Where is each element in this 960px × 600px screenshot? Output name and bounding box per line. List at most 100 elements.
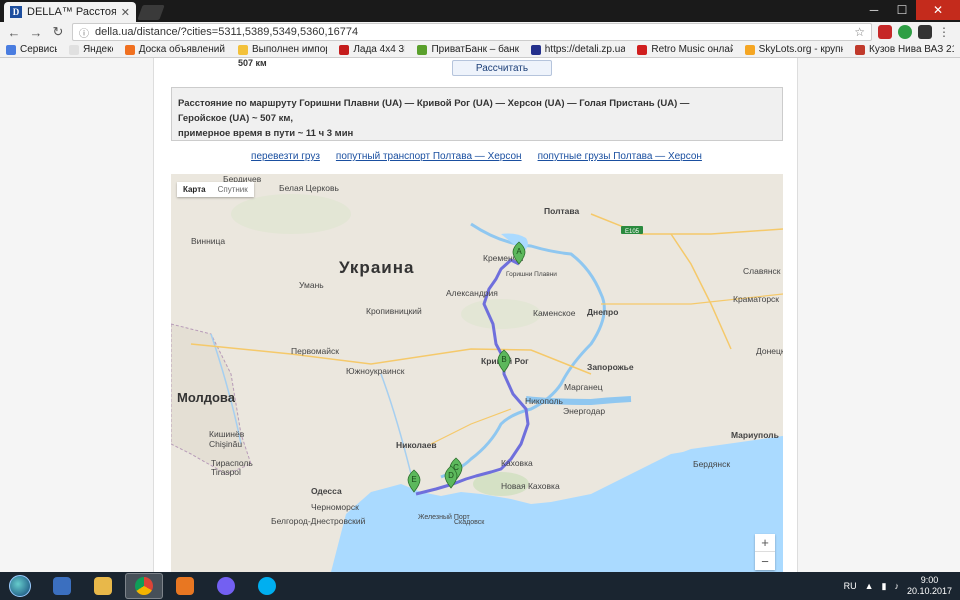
taskbar-app-viber[interactable] [207,573,245,599]
start-button[interactable] [0,572,40,600]
bookmark-label: Кузов Нива ВАЗ 212 [869,44,954,55]
bookmark-item[interactable]: Доска объявлений С [124,44,226,55]
city-mariupol: Мариуполь [731,430,779,440]
city-nova-kakhovka: Новая Каховка [501,481,560,491]
city-uman: Умань [299,280,324,290]
country-label-ukraine: Украина [339,258,414,277]
forward-icon[interactable]: → [28,25,44,40]
language-indicator[interactable]: RU [844,581,857,591]
clock[interactable]: 9:00 20.10.2017 [907,575,952,597]
city-kamianske: Каменское [533,308,576,318]
bookmark-icon [339,44,350,55]
extensions: ⋮ [878,25,950,39]
map-canvas[interactable]: E105 Украина Молдова Бердичев Белая Церк… [171,174,783,572]
country-label-moldova: Молдова [177,390,236,405]
taskbar-app-chrome[interactable] [125,573,163,599]
bookmark-item[interactable]: Кузов Нива ВАЗ 212 [855,44,954,55]
address-bar-row: ← → ↻ ⓘ della.ua/distance/?cities=5311,5… [0,22,960,42]
bookmark-label: Выполнен импорт [252,44,328,55]
web-page: 507 км Рассчитать Расстояние по маршруту… [0,58,960,572]
menu-icon[interactable]: ⋮ [938,25,950,39]
link-transport[interactable]: попутный транспорт Полтава — Херсон [336,151,522,162]
bookmark-item[interactable]: Яндекс [68,44,113,55]
bookmark-label: https://detali.zp.ua/c [544,44,626,55]
content-column: 507 км Рассчитать Расстояние по маршруту… [153,58,798,572]
tray-arrow-icon[interactable]: ▲ [865,581,874,591]
svg-text:A: A [516,247,522,256]
volume-icon[interactable]: ♪ [894,581,899,591]
folder-icon [94,577,112,595]
result-line-time: примерное время в пути ~ 11 ч 3 мин [178,128,354,139]
skype-icon [258,577,276,595]
bookmark-icon [124,44,135,55]
minimize-button[interactable]: ─ [860,0,888,20]
bookmark-label: Яндекс [82,44,113,55]
taskbar-app-explorer[interactable] [84,573,122,599]
city-kropyvnytskyi: Кропивницкий [366,306,422,316]
city-donetsk: Донецк [756,346,783,356]
new-tab-button[interactable] [137,5,165,20]
city-dnipro: Днепро [587,307,618,317]
calculate-button[interactable]: Рассчитать [452,60,552,76]
media-player-icon [176,577,194,595]
route-map[interactable]: E105 Украина Молдова Бердичев Белая Церк… [171,174,783,572]
browser-tab-strip: D DELLA™ Расстояние Гор ✕ ─ ☐ ✕ [0,0,960,22]
city-zaporizhzhia: Запорожье [587,362,634,372]
bookmarks-bar: Сервисы Яндекс Доска объявлений С Выполнен … [0,42,960,58]
city-chornomorsk: Черноморск [311,502,359,512]
bookmark-star-icon[interactable]: ☆ [854,25,865,39]
city-enerhodar: Энергодар [563,406,605,416]
map-type-map[interactable]: Карта [177,182,212,197]
extension-app-icon[interactable] [918,25,932,39]
windows-icon [9,575,31,597]
taskbar-app-skype[interactable] [248,573,286,599]
zoom-in-button[interactable]: + [755,534,775,552]
bookmark-label: Доска объявлений С [138,44,226,55]
chrome-icon [135,577,153,595]
city-horishni-plavni: Горишни Плавни [506,271,557,278]
bookmark-item[interactable]: https://detali.zp.ua/c [530,44,626,55]
back-icon[interactable]: ← [6,25,22,40]
extension-download-icon[interactable] [898,25,912,39]
bookmark-item[interactable]: ПриватБанк – банк д [417,44,519,55]
url-field[interactable]: della.ua/distance/?cities=5311,5389,5349… [95,26,848,38]
distance-top: 507 км [238,58,267,68]
bookmark-icon [637,44,648,55]
taskbar: RU ▲ ▮ ♪ 9:00 20.10.2017 [0,572,960,600]
della-icon: D [10,6,22,18]
map-type-satellite[interactable]: Спутник [212,182,254,197]
city-poltava: Полтава [544,206,579,216]
bookmark-item[interactable]: Лада 4x4 3D [339,44,405,55]
city-vinnytsia: Винница [191,236,225,246]
close-tab-icon[interactable]: ✕ [121,6,130,19]
bookmark-icon [744,44,755,55]
result-box: Расстояние по маршруту Горишни Плавни (U… [171,87,783,141]
link-cargo[interactable]: перевезти груз [251,151,320,162]
city-bilhorod-dnistrovskyi: Белгород-Днестровский [271,516,366,526]
bookmark-item[interactable]: SkyLots.org - крупне [744,44,843,55]
city-kakhovka: Каховка [501,458,533,468]
link-loads[interactable]: попутные грузы Полтава — Херсон [538,151,702,162]
bookmark-item[interactable]: Выполнен импорт [238,44,327,55]
city-marhanets: Марганец [564,382,603,392]
bookmark-item[interactable]: Сервисы [6,44,57,55]
bookmark-label: ПриватБанк – банк д [431,44,519,55]
info-icon[interactable]: ⓘ [79,25,89,40]
city-skadovsk: Скадовск [454,519,485,526]
browser-tab[interactable]: D DELLA™ Расстояние Гор ✕ [4,2,136,22]
bookmark-label: Сервисы [20,44,57,55]
extension-adblock-icon[interactable] [878,25,892,39]
close-window-button[interactable]: ✕ [916,0,960,20]
taskbar-app-hdd[interactable] [43,573,81,599]
maximize-button[interactable]: ☐ [888,0,916,20]
city-mykolaiv: Николаев [396,440,437,450]
clock-time: 9:00 [920,575,939,585]
bookmark-icon [417,44,428,55]
taskbar-app-player[interactable] [166,573,204,599]
omnibox[interactable]: ⓘ della.ua/distance/?cities=5311,5389,53… [72,23,872,41]
city-kramatorsk: Краматорск [733,294,779,304]
bookmark-item[interactable]: Retro Music онлайн [637,44,733,55]
network-icon[interactable]: ▮ [882,581,887,592]
reload-icon[interactable]: ↻ [50,24,66,40]
zoom-out-button[interactable]: − [755,552,775,570]
